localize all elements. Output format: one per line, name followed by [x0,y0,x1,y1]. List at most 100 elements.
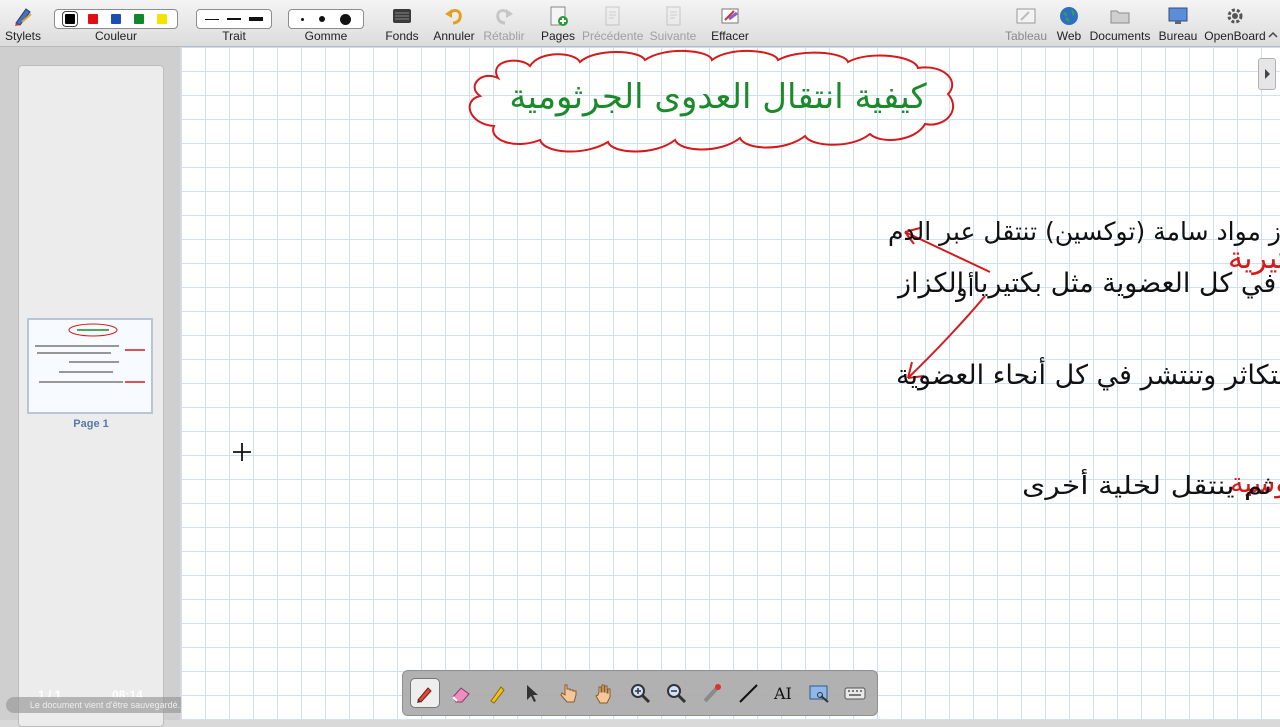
collapse-right-panel-button[interactable] [1258,58,1276,90]
color-palette [54,9,178,29]
stylets-icon [15,8,32,26]
pen-icon [416,687,432,703]
couleur-label: Couleur [94,29,138,43]
eraser-size-picker [288,9,364,29]
desktop-icon [1168,7,1188,24]
tableau-button[interactable]: Tableau [1004,0,1048,46]
whiteboard-canvas[interactable]: كيفية انتقال العدوى الجرثومية العدوى الب… [181,47,1280,720]
zoom-in-icon [630,684,651,704]
laser-pointer-tool-button[interactable] [697,678,727,708]
handwriting-line2: لتنتشر في كل العضوية مثل بكتيريا الكزاز [896,268,1280,299]
line-thin-option[interactable] [205,18,219,20]
openboard-label: OpenBoard [1204,29,1266,43]
pages-button[interactable]: Pages [540,0,576,46]
arrow-cursor-icon [527,685,539,702]
line-tool-button[interactable] [733,678,763,708]
zoom-out-icon [666,684,686,704]
title-handwriting: كيفية انتقال العدوى الجرثومية [509,77,927,117]
suivante-button[interactable]: Suivante [648,0,698,46]
pan-tool-button[interactable] [589,678,619,708]
new-page-icon [550,6,568,26]
precedente-button[interactable]: Précédente [582,0,643,46]
globe-icon [1060,7,1078,25]
zoom-out-tool-button[interactable] [661,678,691,708]
tableau-label: Tableau [1004,29,1048,43]
pen-tool-button[interactable] [409,678,440,708]
effacer-label: Effacer [711,29,749,43]
page-thumbnail-label: Page 1 [73,418,109,430]
open-hand-icon [595,684,611,704]
arrow-right-icon [1265,69,1270,79]
pointing-hand-icon [560,684,577,703]
thumbnail-column[interactable]: Page 1 [18,65,164,727]
text-tool-button[interactable]: AI [768,678,798,708]
page-thumbnail-preview [35,323,145,383]
clear-page-icon [721,8,739,24]
gomme-group: Gomme [288,0,364,46]
retablir-button[interactable]: Rétablir [482,0,526,46]
color-swatch-blue[interactable] [110,14,121,24]
bureau-button[interactable]: Bureau [1158,0,1198,46]
capture-tool-button[interactable] [804,678,834,708]
redo-icon [496,9,513,25]
line-thick-option[interactable] [249,17,263,21]
handwriting-line4: = الفيروس يهاجم خلية، يتكاثر داخلها ويخر… [1022,468,1280,501]
handwriting-or: أو [955,272,974,302]
web-button[interactable]: Web [1054,0,1084,46]
next-page-icon [666,6,681,26]
documents-label: Documents [1089,29,1151,43]
main-toolbar: Stylets Couleur Trait Gomme Fonds Annule… [0,0,1280,47]
documents-button[interactable]: Documents [1088,0,1152,46]
ink-layer: كيفية انتقال العدوى الجرثومية العدوى الب… [233,49,1280,501]
eraser-icon [452,687,470,703]
color-swatch-red[interactable] [88,14,99,24]
eraser-medium-option[interactable] [318,16,325,22]
board-mode-icon [1016,8,1036,24]
stylus-palette: AI [402,670,878,716]
web-label: Web [1056,29,1082,43]
color-swatch-black[interactable] [62,11,79,27]
collapse-toolbar-icon[interactable] [1268,30,1278,40]
trait-label: Trait [222,29,246,43]
annuler-button[interactable]: Annuler [432,0,476,46]
eraser-small-option[interactable] [300,17,304,21]
keyboard-tool-button[interactable] [840,678,870,708]
bureau-label: Bureau [1158,29,1198,43]
effacer-button[interactable]: Effacer [708,0,752,46]
color-swatch-yellow[interactable] [156,14,167,24]
svg-text:AI: AI [773,684,792,703]
gear-icon [1227,8,1243,24]
fonds-button[interactable]: Fonds [382,0,422,46]
line-width-picker [196,9,272,29]
fonds-label: Fonds [385,29,419,43]
interact-tool-button[interactable] [553,678,583,708]
selector-tool-button[interactable] [517,678,547,708]
zoom-in-tool-button[interactable] [625,678,655,708]
thumbnail-panel: Page 1 [0,47,180,727]
highlighter-icon [489,686,505,704]
pages-label: Pages [540,29,576,43]
color-swatch-green[interactable] [133,14,144,24]
trait-group: Trait [196,0,272,46]
line-medium-option[interactable] [227,18,241,20]
page-thumbnail[interactable] [27,318,153,414]
previous-page-icon [605,6,620,26]
text-icon: AI [773,684,792,703]
stylets-button[interactable]: Stylets [2,0,44,46]
openboard-button[interactable]: OpenBoard [1204,0,1266,46]
annuler-label: Annuler [433,29,475,43]
screen-capture-icon [809,685,829,703]
plus-mark [233,443,251,461]
keyboard-icon [844,687,866,700]
handwriting-line1: تستقر في مكان الاصابة وتفرز مواد سامة (ت… [888,217,1280,247]
eraser-tool-button[interactable] [446,678,476,708]
gomme-label: Gomme [304,29,348,43]
background-icon [393,9,411,23]
laser-pointer-icon [703,684,721,703]
undo-icon [445,9,462,25]
handwriting-line3: تتكاثر وتنتشر في كل أنحاء العضوية [896,356,1280,391]
save-status-message: Le document vient d'être sauvegardé. [6,697,204,713]
eraser-large-option[interactable] [340,13,352,25]
highlighter-tool-button[interactable] [482,678,512,708]
stylets-label: Stylets [4,29,41,43]
